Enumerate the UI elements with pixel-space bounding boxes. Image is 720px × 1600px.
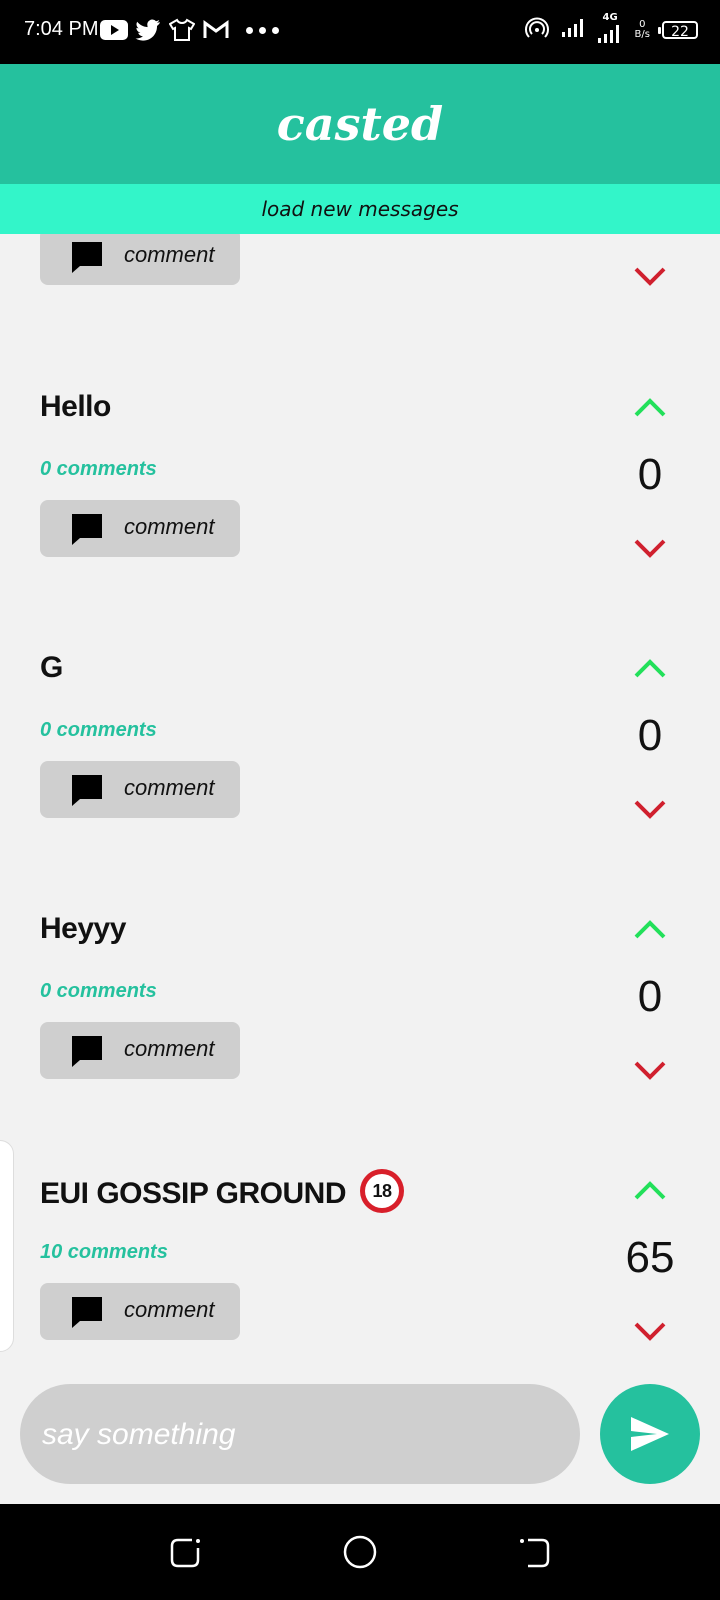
comment-bubble-icon bbox=[72, 1297, 102, 1328]
comments-count-link[interactable]: 0 comments bbox=[40, 458, 157, 481]
system-nav-bar bbox=[0, 1504, 720, 1600]
downvote-icon[interactable] bbox=[632, 264, 668, 288]
vote-score: 0 bbox=[637, 450, 663, 499]
home-icon[interactable] bbox=[342, 1534, 378, 1570]
message-card: comment bbox=[0, 234, 720, 378]
gmail-icon bbox=[202, 16, 230, 44]
tshirt-icon bbox=[168, 16, 196, 44]
twitter-icon bbox=[134, 16, 162, 44]
message-card: Hello 0 comments comment 0 bbox=[0, 390, 720, 650]
recent-apps-icon[interactable] bbox=[168, 1534, 204, 1570]
signal-icon bbox=[561, 18, 585, 42]
edge-panel-handle[interactable] bbox=[0, 1140, 14, 1352]
upvote-icon[interactable] bbox=[632, 657, 668, 681]
message-feed[interactable]: comment Hello 0 comments comment 0 G 0 c… bbox=[0, 234, 720, 1364]
comment-bubble-icon bbox=[72, 1036, 102, 1067]
message-title: Heyyy bbox=[40, 912, 126, 945]
message-title: EUI GOSSIP GROUND 18 bbox=[40, 1169, 405, 1217]
comment-button[interactable]: comment bbox=[40, 1283, 240, 1340]
message-card: EUI GOSSIP GROUND 18 10 comments comment … bbox=[0, 1169, 720, 1364]
comment-button[interactable]: comment bbox=[40, 234, 240, 285]
send-button[interactable] bbox=[600, 1384, 700, 1484]
more-notifications-icon bbox=[246, 26, 279, 34]
comment-button[interactable]: comment bbox=[40, 1022, 240, 1079]
no-under-18-emoji-icon: 18 bbox=[360, 1169, 405, 1213]
message-card: Heyyy 0 comments comment 0 bbox=[0, 912, 720, 1172]
comment-bubble-icon bbox=[72, 242, 102, 273]
upvote-icon[interactable] bbox=[632, 1179, 668, 1203]
vote-score: 0 bbox=[637, 711, 663, 760]
status-bar: 7:04 PM 4G 0 B/s 22 bbox=[0, 0, 720, 64]
message-card: G 0 comments comment 0 bbox=[0, 651, 720, 911]
comments-count-link[interactable]: 10 comments bbox=[40, 1241, 168, 1264]
comment-button[interactable]: comment bbox=[40, 500, 240, 557]
youtube-icon bbox=[100, 16, 128, 44]
comment-button-label: comment bbox=[124, 775, 215, 800]
hotspot-icon bbox=[524, 16, 549, 44]
message-title: Hello bbox=[40, 390, 111, 423]
network-type: 4G bbox=[602, 12, 618, 23]
comments-count-link[interactable]: 0 comments bbox=[40, 980, 157, 1003]
comment-bubble-icon bbox=[72, 514, 102, 545]
network-speed: 0 B/s bbox=[634, 19, 650, 40]
battery-icon: 22 bbox=[658, 21, 698, 40]
downvote-icon[interactable] bbox=[632, 536, 668, 560]
status-time: 7:04 PM bbox=[24, 18, 99, 40]
comment-button[interactable]: comment bbox=[40, 761, 240, 818]
app-title: casted bbox=[276, 97, 444, 151]
vote-score: 0 bbox=[637, 972, 663, 1021]
comment-button-label: comment bbox=[124, 1036, 215, 1061]
app-header: casted bbox=[0, 64, 720, 184]
signal-4g-icon: 4G bbox=[597, 12, 623, 44]
notification-icons bbox=[100, 16, 279, 44]
message-composer bbox=[20, 1384, 580, 1486]
comment-bubble-icon bbox=[72, 775, 102, 806]
upvote-icon[interactable] bbox=[632, 396, 668, 420]
downvote-icon[interactable] bbox=[632, 1058, 668, 1082]
send-icon bbox=[631, 1417, 669, 1451]
downvote-icon[interactable] bbox=[632, 797, 668, 821]
message-input[interactable] bbox=[40, 1384, 564, 1486]
load-new-messages-button[interactable]: load new messages bbox=[0, 184, 720, 234]
downvote-icon[interactable] bbox=[632, 1319, 668, 1343]
comment-button-label: comment bbox=[124, 242, 215, 267]
upvote-icon[interactable] bbox=[632, 918, 668, 942]
status-right: 4G 0 B/s 22 bbox=[524, 12, 698, 44]
message-title: G bbox=[40, 651, 63, 684]
comments-count-link[interactable]: 0 comments bbox=[40, 719, 157, 742]
comment-button-label: comment bbox=[124, 514, 215, 539]
load-new-messages-label: load new messages bbox=[261, 197, 459, 221]
comment-button-label: comment bbox=[124, 1297, 215, 1322]
back-icon[interactable] bbox=[516, 1534, 552, 1570]
vote-score: 65 bbox=[625, 1233, 675, 1282]
